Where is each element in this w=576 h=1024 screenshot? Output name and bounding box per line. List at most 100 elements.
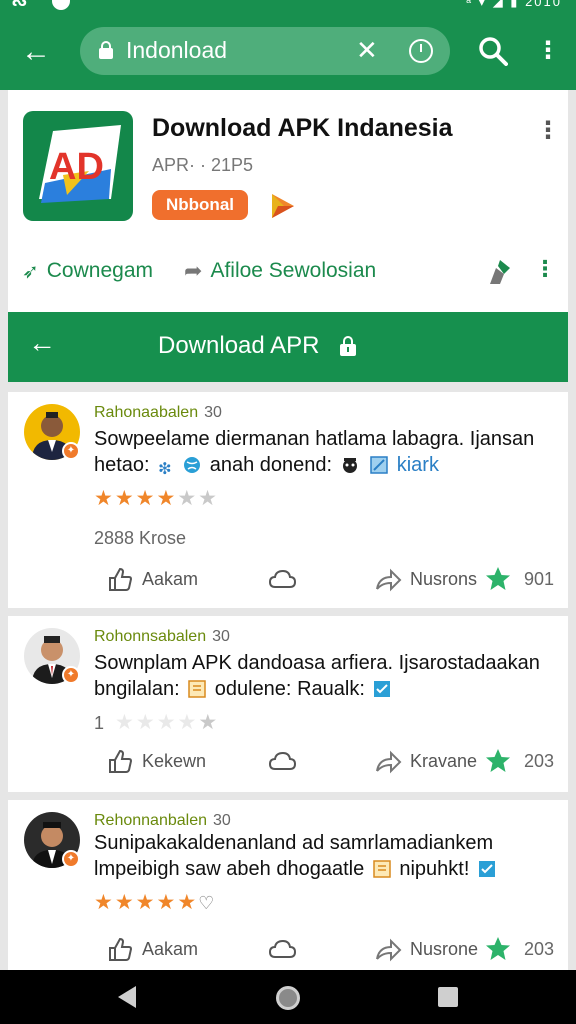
favorite-button[interactable]: 203 <box>484 932 554 966</box>
review-actions: Kekewn Kravane 203 <box>104 744 564 778</box>
review-text-line1: Sowpeelame diermanan hatlama labagra. Ij… <box>94 428 535 450</box>
share-label: Kravane <box>410 750 478 771</box>
review-text-part: Raualk: <box>297 678 365 700</box>
overflow-menu-icon[interactable]: ⋮ <box>536 36 560 66</box>
reviewer-name-text: Rahonaabalen <box>94 404 199 421</box>
pin-icon[interactable] <box>486 256 516 286</box>
status-left: ᔓ <box>12 0 28 9</box>
forward-icon: ➦ <box>184 258 203 283</box>
review-text-part: anah donend: <box>209 454 333 476</box>
app-meta: APR· · 21P5 <box>152 155 254 175</box>
share-label: Nusrone <box>410 938 479 959</box>
star-icon: ★ <box>135 487 157 510</box>
share-button[interactable]: Nusrone <box>374 932 478 966</box>
download-banner[interactable]: ← Download APR <box>8 312 568 382</box>
like-button[interactable]: Aakam <box>106 932 198 966</box>
comment-button[interactable] <box>268 562 296 596</box>
reviewer-number: 30 <box>212 628 230 645</box>
reviewer-name-text: Rohonnsabalen <box>94 628 207 645</box>
thumbs-up-icon <box>109 937 133 961</box>
star-icon: ★ <box>115 711 136 734</box>
close-icon[interactable]: ✕ <box>356 35 378 66</box>
avatar-badge-icon: ✦ <box>62 850 80 868</box>
app-more-icon[interactable]: ⋮ <box>536 116 560 145</box>
star-icon: ★ <box>198 711 220 734</box>
search-input[interactable]: Indonload <box>126 37 227 64</box>
review-rating-row: 1 ★★★★★ <box>94 710 219 735</box>
star-icon: ★ <box>156 487 178 510</box>
reviewer-name: Rohonnsabalen 30 <box>94 628 230 646</box>
review-text-line1: Sunipakakaldenanland ad samrlamadiankem <box>94 832 494 854</box>
favorite-count: 203 <box>524 750 555 771</box>
share-button[interactable]: Kravane <box>374 744 477 778</box>
forward-action[interactable]: ➦ Afiloe Sewolosian <box>184 256 376 286</box>
star-icon: ★ <box>135 711 157 734</box>
star-icon: ★ <box>114 891 136 914</box>
review-text-part: lmpeibigh saw abeh dhogaatle <box>94 858 365 880</box>
download-title: Download APR <box>158 332 320 359</box>
search-bar[interactable]: Indonload ✕ <box>80 27 450 75</box>
avatar-badge-icon: ✦ <box>62 442 80 460</box>
comment-button[interactable] <box>268 932 296 966</box>
like-label: Aakam <box>142 938 199 959</box>
review-card: ✦ Rahonaabalen 30 Sowpeelame diermanan ha… <box>8 392 568 608</box>
forward-label: Afiloe Sewolosian <box>210 259 377 282</box>
favorite-count: 203 <box>524 938 555 959</box>
star-icon: ★ <box>177 487 199 510</box>
actions-more-icon[interactable]: ⋮ <box>534 256 556 282</box>
share-button[interactable]: Nusrons <box>374 562 477 596</box>
star-icon <box>486 749 510 772</box>
star-icon: ★ <box>156 891 178 914</box>
review-text-part: kiark <box>396 454 439 476</box>
back-button[interactable]: ← <box>16 32 56 72</box>
rating-stars: ★★★★★ <box>115 711 219 734</box>
share-arrow-icon <box>376 568 402 592</box>
reviewer-name-text: Rehonnanbalen <box>94 812 207 829</box>
favorite-button[interactable]: 203 <box>484 744 554 778</box>
review-card: ✦ Rohonnsabalen 30 Sownplam APK dandoasa … <box>8 616 568 792</box>
play-store-icon[interactable] <box>266 190 298 222</box>
nav-recents-icon[interactable] <box>438 987 458 1007</box>
favorite-button[interactable]: 901 <box>484 562 554 596</box>
share-action[interactable]: ➶ Cownegam <box>22 256 153 286</box>
thumbs-up-icon <box>109 567 133 591</box>
review-actions: Aakam Nusrons 901 <box>104 562 564 596</box>
check-box-icon <box>374 681 391 697</box>
nav-home-icon[interactable] <box>276 986 300 1010</box>
arrow-left-icon[interactable]: ← <box>28 327 56 359</box>
app-bar: ᔓ ᵃ ▾ ◢ ▮ 2010 ← Indonload ✕ ⋮ <box>0 0 576 90</box>
app-logo: AD <box>23 111 133 221</box>
star-icon: ★ <box>94 891 115 914</box>
like-button[interactable]: Kekewn <box>106 744 206 778</box>
review-card: ✦ Rehonnanbalen 30 Sunipakakaldenanland a… <box>8 800 568 970</box>
heart-shield-icon: ♡ <box>198 893 217 913</box>
like-button[interactable]: Aakam <box>106 562 198 596</box>
cloud-icon <box>268 751 296 770</box>
category-badge[interactable]: Nbbonal <box>152 190 248 220</box>
document-icon <box>188 680 206 698</box>
clock-icon[interactable] <box>409 39 433 63</box>
review-text-part: hetao: <box>94 454 150 476</box>
star-icon: ★ <box>177 711 199 734</box>
lock-icon <box>340 336 356 356</box>
review-subtext: 2888 Krose <box>94 528 187 548</box>
reviewer-name: Rahonaabalen 30 <box>94 404 222 422</box>
review-text-part: nipuhkt! <box>399 858 470 880</box>
logo-text: AD <box>49 146 104 188</box>
search-icon[interactable] <box>478 36 508 66</box>
status-right: ᵃ ▾ ◢ ▮ 2010 <box>466 0 562 9</box>
share-label: Nusrons <box>410 568 478 589</box>
status-dot-icon <box>52 0 70 10</box>
share-arrow-icon <box>376 938 402 962</box>
nav-back-icon[interactable] <box>118 986 136 1008</box>
star-icon: ★ <box>198 487 219 510</box>
share-arrow-icon <box>376 750 402 774</box>
review-text-part: odulene: <box>214 678 292 700</box>
comment-button[interactable] <box>268 744 296 778</box>
star-icon: ★ <box>94 487 115 510</box>
review-text-part: bngilalan: <box>94 678 180 700</box>
reviewer-number: 30 <box>213 812 231 829</box>
review-text-line2: hetao: ❇ anah donend: kiark <box>94 454 439 478</box>
star-icon <box>486 937 510 960</box>
check-box-icon <box>478 861 495 877</box>
